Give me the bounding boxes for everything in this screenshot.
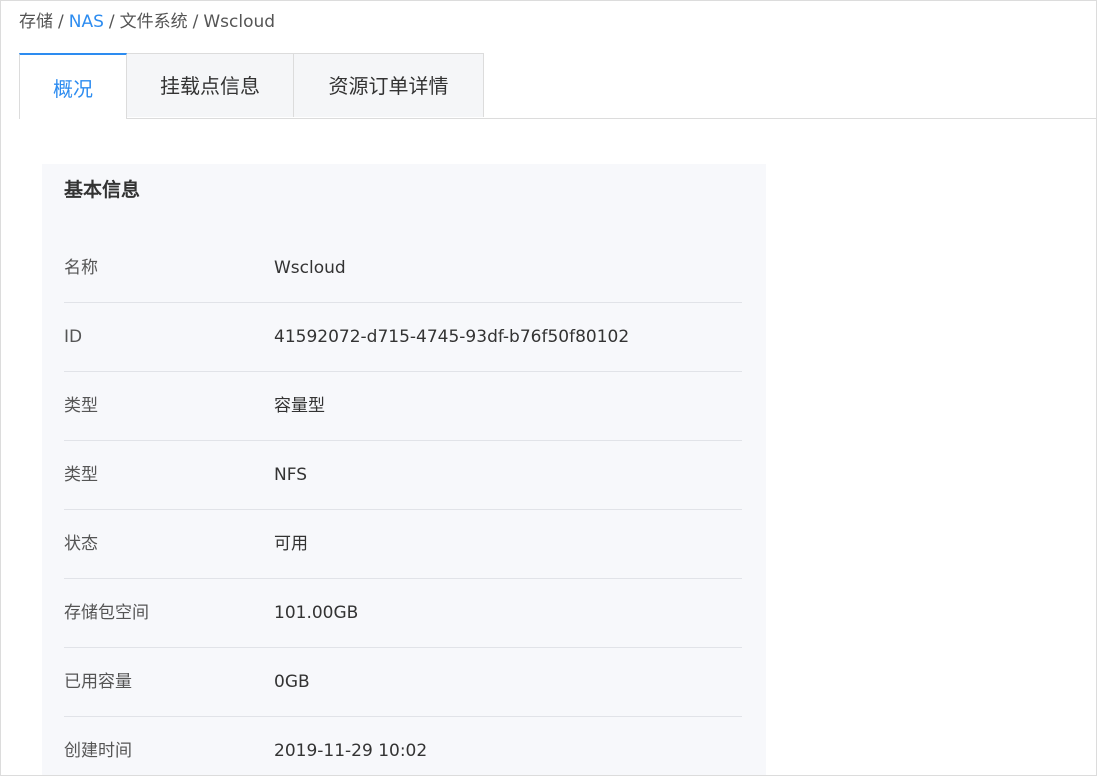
breadcrumb-separator: /	[108, 12, 115, 32]
tab-mount-points[interactable]: 挂载点信息	[126, 53, 294, 117]
info-row-storage-space: 存储包空间 101.00GB	[64, 579, 742, 648]
breadcrumb-separator: /	[58, 12, 64, 32]
info-row-created-time: 创建时间 2019-11-29 10:02	[64, 717, 742, 775]
info-label: 状态	[64, 534, 98, 554]
info-row-name: 名称 Wscloud	[64, 234, 742, 303]
basic-info-panel: 基本信息 名称 Wscloud ID 41592072-d715-4745-93…	[42, 164, 766, 775]
breadcrumb-item-nas[interactable]: NAS	[69, 12, 104, 32]
info-value: 101.00GB	[274, 603, 359, 623]
info-value: 2019-11-29 10:02	[274, 741, 428, 761]
info-value: 41592072-d715-4745-93df-b76f50f80102	[274, 327, 630, 347]
info-label: 创建时间	[64, 741, 132, 761]
breadcrumb-item-storage[interactable]: 存储	[19, 12, 53, 32]
info-row-protocol: 类型 NFS	[64, 441, 742, 510]
info-value: NFS	[274, 465, 307, 485]
breadcrumb-separator: /	[192, 12, 199, 32]
info-value: 0GB	[274, 672, 310, 692]
info-value: 容量型	[274, 396, 325, 416]
info-label: 存储包空间	[64, 603, 149, 623]
info-label: 名称	[64, 258, 98, 278]
tab-bar: 概况 挂载点信息 资源订单详情	[19, 53, 1096, 119]
breadcrumb: 存储 / NAS / 文件系统 / Wscloud	[19, 11, 275, 33]
info-row-used-capacity: 已用容量 0GB	[64, 648, 742, 717]
info-row-type: 类型 容量型	[64, 372, 742, 441]
info-value: Wscloud	[274, 258, 346, 278]
info-row-status: 状态 可用	[64, 510, 742, 579]
info-label: 类型	[64, 396, 98, 416]
tab-resource-order[interactable]: 资源订单详情	[293, 53, 484, 117]
page-frame: 存储 / NAS / 文件系统 / Wscloud 概况 挂载点信息 资源订单详情 基本信息…	[0, 0, 1097, 776]
info-label: 已用容量	[64, 672, 132, 692]
panel-title: 基本信息	[64, 179, 141, 201]
info-value: 可用	[274, 534, 308, 554]
info-row-id: ID 41592072-d715-4745-93df-b76f50f80102	[64, 303, 742, 372]
info-label: ID	[64, 327, 83, 347]
tab-overview[interactable]: 概况	[19, 53, 127, 119]
breadcrumb-item-file-system[interactable]: 文件系统	[120, 12, 188, 32]
breadcrumb-item-current: Wscloud	[203, 12, 276, 32]
info-label: 类型	[64, 465, 98, 485]
